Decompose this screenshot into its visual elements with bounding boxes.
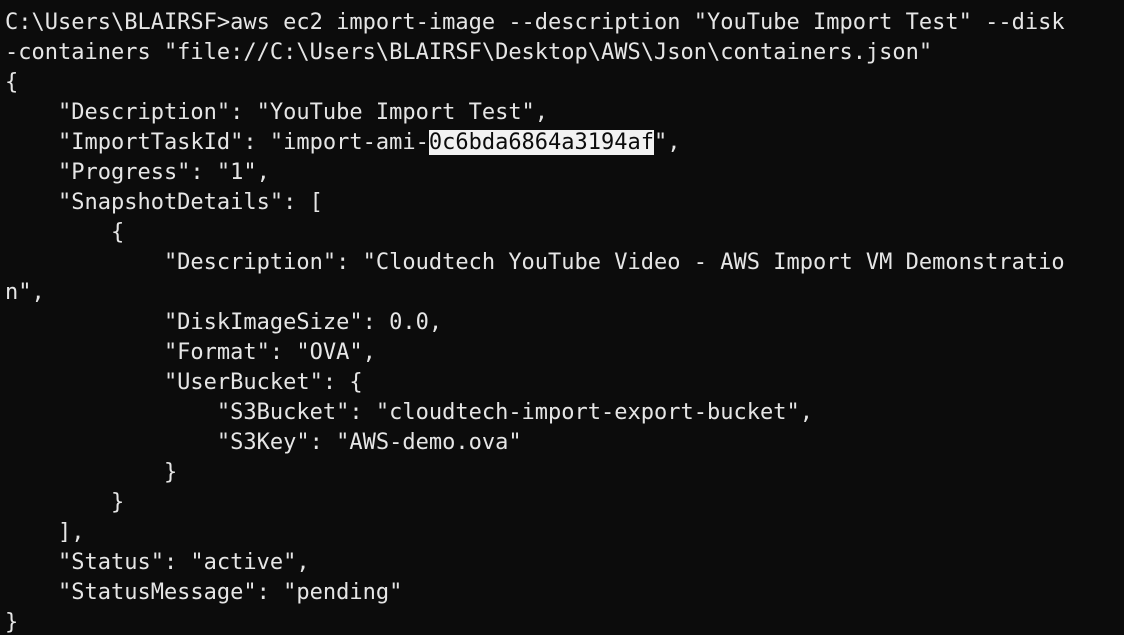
output-line: "DiskImageSize": 0.0, xyxy=(5,310,443,335)
output-line: "Status": "active", xyxy=(5,550,310,575)
selected-task-id[interactable]: 0c6bda6864a3194af xyxy=(428,130,655,155)
output-line: } xyxy=(5,460,178,485)
output-line-wrap: n", xyxy=(5,280,45,305)
output-line: "UserBucket": { xyxy=(5,370,363,395)
output-line: { xyxy=(5,220,125,245)
import-task-id-prefix: "ImportTaskId": "import-ami- xyxy=(5,130,429,155)
output-line: } xyxy=(5,610,19,635)
command-line: C:\Users\BLAIRSF>aws ec2 import-image --… xyxy=(5,10,1065,35)
import-task-id-suffix: ", xyxy=(654,130,681,155)
output-line: "Description": "Cloudtech YouTube Video … xyxy=(5,250,1065,275)
output-line: "Format": "OVA", xyxy=(5,340,376,365)
command-line-wrap: -containers "file://C:\Users\BLAIRSF\Des… xyxy=(5,40,933,65)
output-line: "Progress": "1", xyxy=(5,160,270,185)
output-line: "Description": "YouTube Import Test", xyxy=(5,100,549,125)
output-line: ], xyxy=(5,520,85,545)
terminal-output[interactable]: C:\Users\BLAIRSF>aws ec2 import-image --… xyxy=(0,0,1124,635)
output-line: { xyxy=(5,70,19,95)
output-line: "StatusMessage": "pending" xyxy=(5,580,403,605)
output-line: } xyxy=(5,490,125,515)
output-line: "S3Bucket": "cloudtech-import-export-buc… xyxy=(5,400,813,425)
output-line: "SnapshotDetails": [ xyxy=(5,190,323,215)
output-line: "S3Key": "AWS-demo.ova" xyxy=(5,430,522,455)
output-line-import-task-id: "ImportTaskId": "import-ami-0c6bda6864a3… xyxy=(5,128,681,158)
